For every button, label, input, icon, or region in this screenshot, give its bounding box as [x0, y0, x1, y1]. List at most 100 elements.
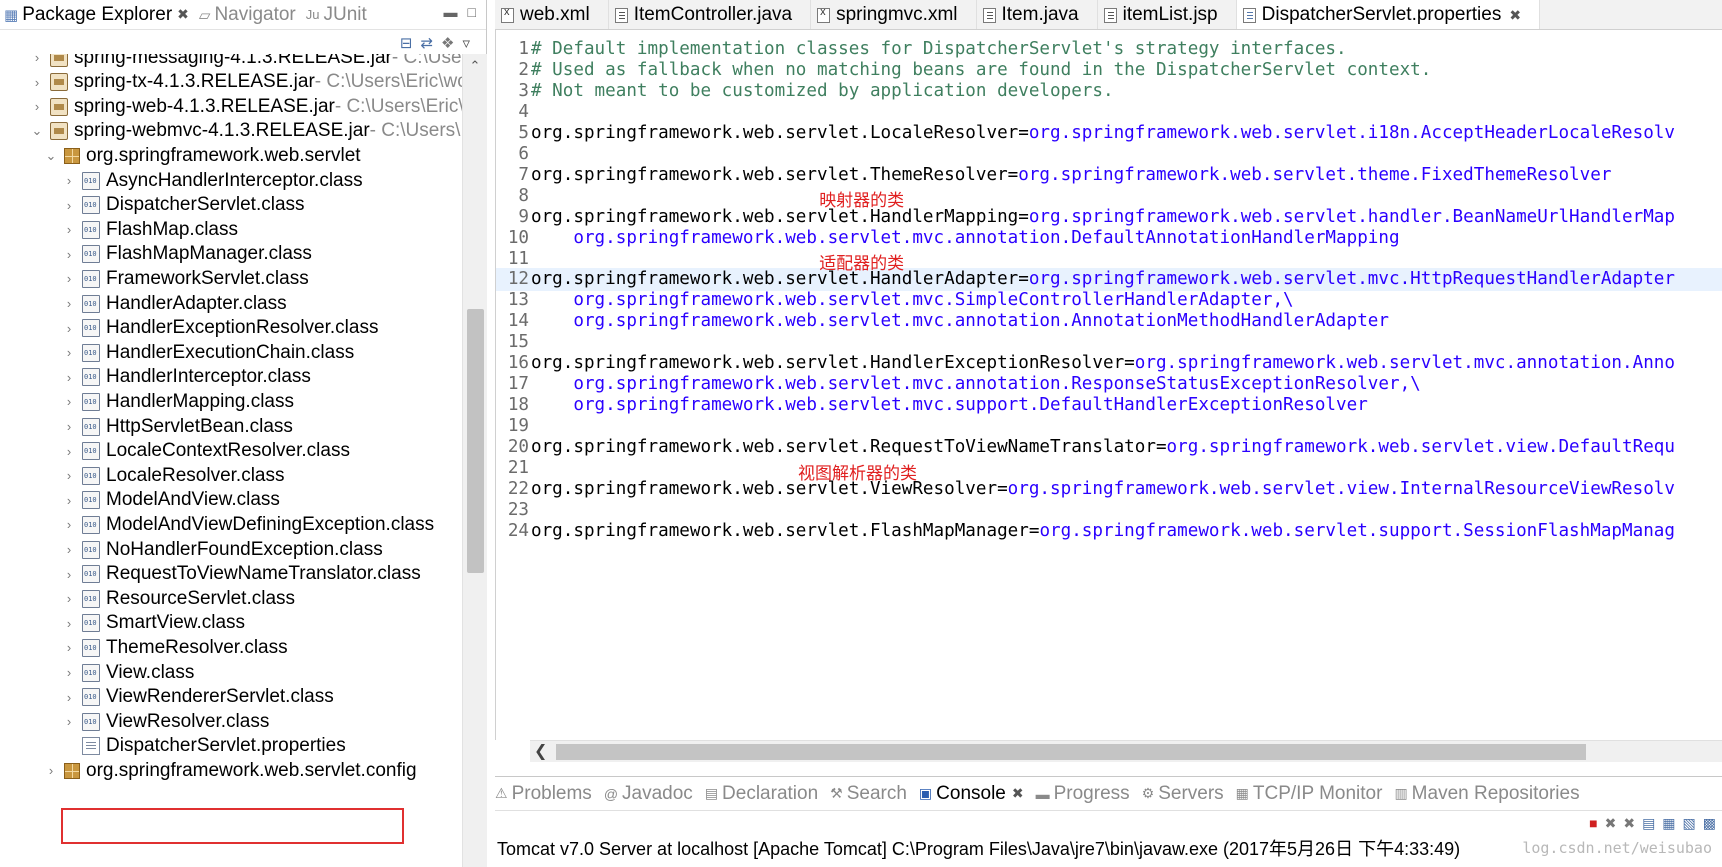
- tree-vertical-scrollbar[interactable]: ⌃: [462, 54, 487, 867]
- code-line[interactable]: 21: [496, 457, 1722, 480]
- tree-item[interactable]: › AsyncHandlerInterceptor.class: [62, 167, 363, 194]
- tree-item[interactable]: ⌄ spring-webmvc-4.1.3.RELEASE.jar - C:\Us…: [30, 118, 462, 145]
- tree-item[interactable]: › org.springframework.web.servlet.config: [44, 757, 417, 784]
- minimize-icon[interactable]: ▬: [444, 4, 458, 20]
- tree-item[interactable]: › View.class: [62, 659, 195, 686]
- code-line[interactable]: 6: [496, 142, 1722, 165]
- bottom-tab[interactable]: ▥ Maven Repositories: [1394, 783, 1579, 805]
- bottom-tab[interactable]: ▬ Progress: [1036, 783, 1130, 805]
- chevron-right-icon[interactable]: ›: [62, 567, 76, 582]
- chevron-right-icon[interactable]: ›: [62, 591, 76, 606]
- code-line[interactable]: 19: [496, 415, 1722, 438]
- properties-editor[interactable]: 1 # Default implementation classes for Di…: [495, 30, 1722, 740]
- tree-item[interactable]: › LocaleResolver.class: [62, 462, 285, 489]
- close-icon[interactable]: ✖: [1509, 7, 1521, 24]
- tree-item[interactable]: › ViewRendererServlet.class: [62, 684, 334, 711]
- chevron-right-icon[interactable]: ›: [62, 517, 76, 532]
- code-line[interactable]: 3 # Not meant to be customized by applica…: [496, 79, 1722, 102]
- code-line[interactable]: 11: [496, 247, 1722, 270]
- scrollbar-thumb[interactable]: [556, 744, 1586, 760]
- code-line[interactable]: 23: [496, 498, 1722, 521]
- code-line[interactable]: 13 org.springframework.web.servlet.mvc.S…: [496, 289, 1722, 312]
- code-line[interactable]: 17 org.springframework.web.servlet.mvc.a…: [496, 373, 1722, 396]
- chevron-right-icon[interactable]: ›: [62, 271, 76, 286]
- editor-tab[interactable]: DispatcherServlet.properties ✖: [1236, 0, 1541, 29]
- chevron-right-icon[interactable]: ›: [62, 173, 76, 188]
- pin-console-icon[interactable]: ▧: [1683, 815, 1696, 832]
- scroll-left-icon[interactable]: ❮: [534, 741, 547, 761]
- code-line[interactable]: 9 org.springframework.web.servlet.Handler…: [496, 205, 1722, 228]
- bottom-tab[interactable]: ▣ Console ✖: [919, 783, 1024, 805]
- clear-console-icon[interactable]: ▤: [1642, 815, 1655, 832]
- tree-item-selected[interactable]: DispatcherServlet.properties: [62, 733, 346, 760]
- tree-item[interactable]: › spring-tx-4.1.3.RELEASE.jar - C:\Users\…: [30, 69, 462, 96]
- maximize-icon[interactable]: □: [468, 4, 476, 20]
- code-line[interactable]: 2 # Used as fallback when no matching bea…: [496, 58, 1722, 81]
- bottom-tab[interactable]: ▤ Declaration: [705, 783, 818, 805]
- tree-item[interactable]: › HandlerExecutionChain.class: [62, 339, 354, 366]
- chevron-right-icon[interactable]: ›: [62, 222, 76, 237]
- code-line[interactable]: 4: [496, 100, 1722, 123]
- chevron-right-icon[interactable]: ›: [62, 468, 76, 483]
- code-line[interactable]: 14 org.springframework.web.servlet.mvc.a…: [496, 310, 1722, 333]
- terminate-icon[interactable]: ■: [1589, 815, 1597, 832]
- chevron-right-icon[interactable]: ›: [62, 542, 76, 557]
- view-menu-icon[interactable]: ▿: [462, 34, 470, 52]
- code-line[interactable]: 1 # Default implementation classes for Di…: [496, 38, 1722, 61]
- chevron-down-icon[interactable]: ⌄: [44, 148, 58, 164]
- editor-tab[interactable]: web.xml: [495, 0, 609, 29]
- chevron-right-icon[interactable]: ›: [62, 493, 76, 508]
- tree-item[interactable]: › HttpServletBean.class: [62, 413, 293, 440]
- chevron-right-icon[interactable]: ›: [62, 690, 76, 705]
- chevron-right-icon[interactable]: ›: [30, 99, 44, 114]
- code-line[interactable]: 22 org.springframework.web.servlet.ViewRe…: [496, 477, 1722, 500]
- tree-item[interactable]: › ViewResolver.class: [62, 708, 270, 735]
- tree-item[interactable]: › FrameworkServlet.class: [62, 265, 309, 292]
- scroll-lock-icon[interactable]: ▦: [1662, 815, 1675, 832]
- code-line[interactable]: 5 org.springframework.web.servlet.LocaleR…: [496, 121, 1722, 144]
- tab-navigator[interactable]: ▱ Navigator: [195, 0, 302, 29]
- scroll-up-icon[interactable]: ⌃: [463, 58, 487, 74]
- chevron-right-icon[interactable]: ›: [62, 714, 76, 729]
- chevron-right-icon[interactable]: ›: [30, 75, 44, 90]
- chevron-right-icon[interactable]: ›: [62, 444, 76, 459]
- tree-item[interactable]: › RequestToViewNameTranslator.class: [62, 561, 421, 588]
- scrollbar-thumb[interactable]: [467, 309, 484, 573]
- editor-tab[interactable]: Item.java: [977, 0, 1098, 29]
- tree-item[interactable]: › ModelAndView.class: [62, 487, 280, 514]
- chevron-right-icon[interactable]: ›: [62, 616, 76, 631]
- tree-item[interactable]: › ResourceServlet.class: [62, 585, 295, 612]
- tab-junit[interactable]: Ju JUnit: [302, 0, 373, 29]
- tab-package-explorer[interactable]: ▦ Package Explorer ✖: [0, 0, 195, 29]
- tree-item[interactable]: › HandlerAdapter.class: [62, 290, 287, 317]
- chevron-right-icon[interactable]: ›: [62, 296, 76, 311]
- code-line[interactable]: 7 org.springframework.web.servlet.ThemeRe…: [496, 163, 1722, 186]
- chevron-down-icon[interactable]: ⌄: [30, 123, 44, 139]
- editor-horizontal-scrollbar[interactable]: ❮: [530, 740, 1722, 762]
- bottom-tab[interactable]: @ Javadoc: [604, 783, 693, 805]
- remove-launch-icon[interactable]: ✖: [1605, 815, 1617, 832]
- tree-item[interactable]: › HandlerMapping.class: [62, 388, 294, 415]
- display-console-icon[interactable]: ▩: [1703, 815, 1716, 832]
- tree-item[interactable]: › HandlerInterceptor.class: [62, 364, 311, 391]
- tree-item[interactable]: › NoHandlerFoundException.class: [62, 536, 383, 563]
- chevron-right-icon[interactable]: ›: [62, 370, 76, 385]
- editor-tab[interactable]: ItemController.java: [609, 0, 812, 29]
- code-line[interactable]: 10 org.springframework.web.servlet.mvc.a…: [496, 226, 1722, 249]
- close-icon[interactable]: ✖: [177, 6, 189, 23]
- code-line[interactable]: 20 org.springframework.web.servlet.Reques…: [496, 436, 1722, 459]
- tree-item[interactable]: › SmartView.class: [62, 610, 245, 637]
- tree-item[interactable]: › ModelAndViewDefiningException.class: [62, 511, 434, 538]
- tree-item[interactable]: › DispatcherServlet.class: [62, 192, 305, 219]
- chevron-right-icon[interactable]: ›: [44, 763, 58, 778]
- code-line[interactable]: 18 org.springframework.web.servlet.mvc.s…: [496, 394, 1722, 417]
- chevron-right-icon[interactable]: ›: [62, 419, 76, 434]
- chevron-right-icon[interactable]: ›: [62, 198, 76, 213]
- code-line[interactable]: 15: [496, 331, 1722, 354]
- chevron-right-icon[interactable]: ›: [62, 394, 76, 409]
- editor-tab[interactable]: springmvc.xml: [811, 0, 977, 29]
- remove-all-icon[interactable]: ✖: [1623, 815, 1635, 832]
- tree-item[interactable]: › FlashMapManager.class: [62, 241, 312, 268]
- code-line[interactable]: 12 org.springframework.web.servlet.Handle…: [496, 267, 1722, 291]
- editor-tab[interactable]: itemList.jsp: [1098, 0, 1237, 29]
